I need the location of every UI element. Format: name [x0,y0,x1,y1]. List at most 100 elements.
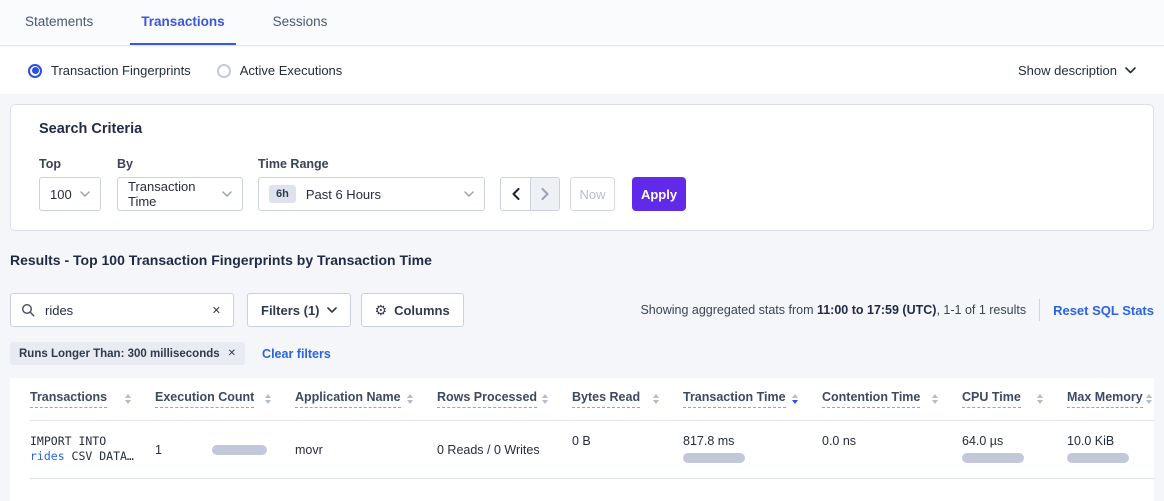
by-select[interactable]: Transaction Time [117,177,243,211]
sort-icon[interactable] [265,394,271,404]
columns-button[interactable]: ⚙ Columns [361,293,464,327]
column-header-application-name[interactable]: Application Name [295,390,437,408]
clear-search-icon[interactable]: ✕ [210,302,223,319]
aggregated-stats-text: Showing aggregated stats from 11:00 to 1… [640,303,1026,317]
query-line-1: IMPORT INTO [30,434,155,449]
active-filters-row: Runs Longer Than: 300 milliseconds ✕ Cle… [10,342,331,365]
sort-icon[interactable] [1037,394,1043,404]
chevron-down-icon [464,191,474,197]
time-range-select[interactable]: 6h Past 6 Hours [258,177,485,211]
now-button[interactable]: Now [570,177,615,211]
view-toggle-group: Transaction Fingerprints Active Executio… [28,63,342,78]
radio-active-executions[interactable]: Active Executions [217,63,343,78]
by-field: By Transaction Time [117,157,258,211]
sort-icon[interactable] [932,394,938,404]
columns-button-label: Columns [394,303,450,318]
tab-statements-label: Statements [25,14,93,29]
tab-sessions[interactable]: Sessions [262,0,339,45]
max-memory-value: 10.0 KiB [1067,434,1114,448]
sort-icon[interactable] [542,394,548,404]
execution-count-bar [212,445,267,455]
bytes-read-cell: 0 B [572,434,683,448]
chevron-down-icon [80,191,90,197]
time-range-badge: 6h [269,185,296,203]
stats-time-range: 11:00 to 17:59 (UTC) [817,303,936,317]
radio-selected-icon [28,64,42,78]
cpu-time-bar [962,453,1024,463]
filters-button-label: Filters (1) [261,303,320,318]
clear-filters-link[interactable]: Clear filters [262,347,331,361]
transaction-time-value: 817.8 ms [683,434,734,448]
previous-time-window-button[interactable] [501,178,530,210]
top-select-value: 100 [50,187,72,202]
vertical-divider [1039,299,1040,321]
cpu-time-value: 64.0 µs [962,434,1003,448]
column-header-max-memory[interactable]: Max Memory [1067,390,1154,408]
by-select-value: Transaction Time [128,179,222,209]
table-row: IMPORT INTO rides CSV DATA… 1 movr 0 Rea… [30,421,1154,479]
radio-active-executions-label: Active Executions [240,63,343,78]
show-description-label: Show description [1018,63,1117,78]
search-input[interactable] [43,302,210,319]
apply-button[interactable]: Apply [632,177,686,211]
sort-icon[interactable] [1146,394,1152,404]
time-range-value: Past 6 Hours [306,187,381,202]
transactions-table: Transactions Execution Count Application… [10,378,1154,501]
radio-unselected-icon [217,64,231,78]
cpu-time-cell: 64.0 µs [962,434,1067,463]
filter-chip-label: Runs Longer Than: 300 milliseconds [19,348,220,360]
table-header-row: Transactions Execution Count Application… [30,378,1154,421]
tab-sessions-label: Sessions [273,14,328,29]
search-box: ✕ [10,293,234,327]
sort-icon[interactable] [407,394,413,404]
max-memory-bar [1067,453,1129,463]
show-description-toggle[interactable]: Show description [1018,63,1136,78]
column-header-transactions[interactable]: Transactions [30,390,155,408]
column-header-cpu-time[interactable]: CPU Time [962,390,1067,408]
top-select[interactable]: 100 [39,177,101,211]
sql-activity-tab-bar: Statements Transactions Sessions [0,0,1164,46]
tab-transactions-label: Transactions [141,14,224,29]
top-field: Top 100 [39,157,117,211]
stats-suffix: , 1-1 of 1 results [936,303,1026,317]
chevron-down-icon [1125,67,1136,74]
time-range-label: Time Range [258,157,500,171]
execution-count-cell: 1 [155,434,295,457]
search-criteria-controls: Top 100 By Transaction Time Time Range 6… [39,157,1135,211]
tab-statements[interactable]: Statements [14,0,104,45]
sort-icon[interactable] [125,394,131,404]
tab-transactions[interactable]: Transactions [130,0,235,45]
radio-transaction-fingerprints-label: Transaction Fingerprints [51,63,191,78]
column-header-transaction-time[interactable]: Transaction Time [683,390,822,408]
reset-sql-stats-link[interactable]: Reset SQL Stats [1053,303,1154,318]
top-label: Top [39,157,117,171]
remove-filter-icon[interactable]: ✕ [228,348,236,359]
application-name-cell: movr [295,434,437,457]
query-line-2: rides CSV DATA… [30,449,155,464]
filters-button[interactable]: Filters (1) [247,293,351,327]
transaction-time-bar [683,453,745,463]
next-time-window-button[interactable] [530,178,559,210]
max-memory-cell: 10.0 KiB [1067,434,1154,463]
column-header-contention-time[interactable]: Contention Time [822,390,962,408]
view-toggle-row: Transaction Fingerprints Active Executio… [0,47,1164,94]
sort-desc-icon[interactable] [792,394,798,404]
search-criteria-card: Search Criteria Top 100 By Transaction T… [10,104,1154,231]
sort-icon[interactable] [653,394,659,404]
column-header-bytes-read[interactable]: Bytes Read [572,390,683,408]
chevron-down-icon [327,307,337,313]
column-header-execution-count[interactable]: Execution Count [155,390,295,408]
stats-prefix: Showing aggregated stats from [640,303,817,317]
transaction-time-cell: 817.8 ms [683,434,822,463]
column-header-rows-processed[interactable]: Rows Processed [437,390,572,408]
results-toolbar: ✕ Filters (1) ⚙ Columns Showing aggregat… [10,293,1154,327]
transaction-fingerprint-link[interactable]: IMPORT INTO rides CSV DATA… [30,434,155,464]
execution-count-value: 1 [155,443,162,457]
rows-processed-cell: 0 Reads / 0 Writes [437,434,572,457]
radio-transaction-fingerprints[interactable]: Transaction Fingerprints [28,63,191,78]
by-label: By [117,157,258,171]
filter-chip: Runs Longer Than: 300 milliseconds ✕ [10,342,245,365]
search-criteria-title: Search Criteria [39,121,1135,137]
gear-icon: ⚙ [375,303,388,317]
time-window-arrows [500,177,560,211]
